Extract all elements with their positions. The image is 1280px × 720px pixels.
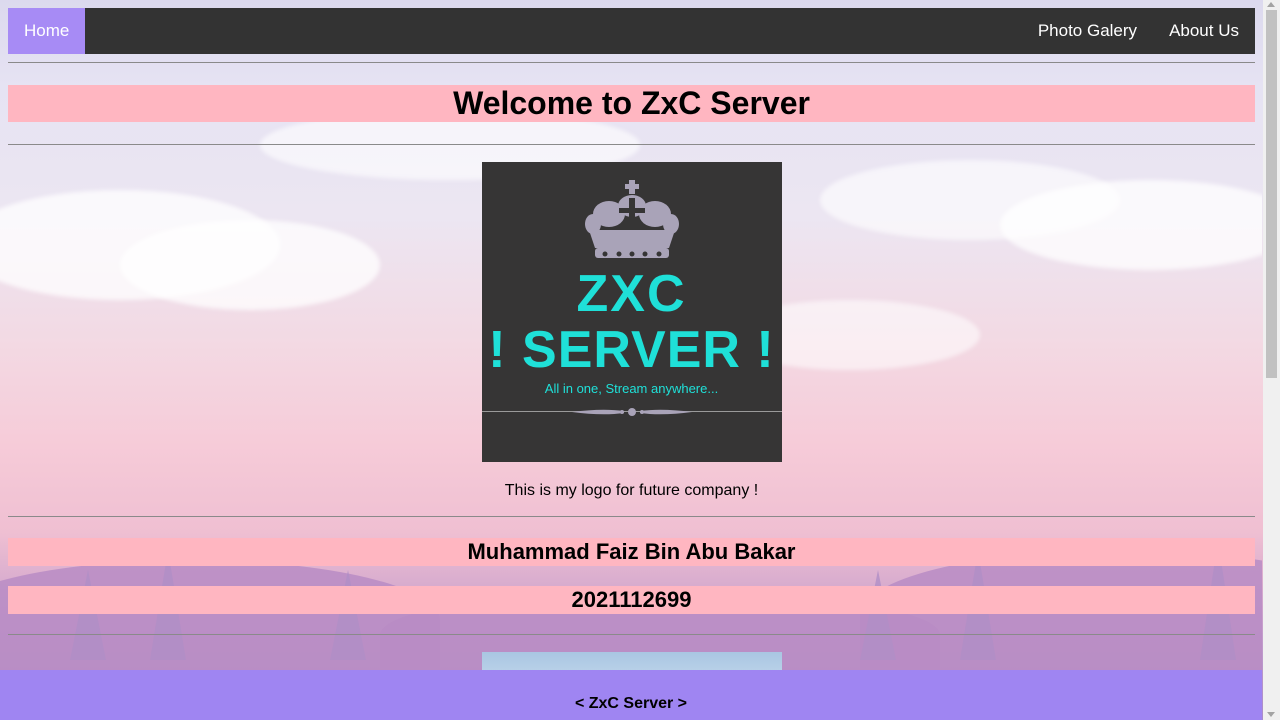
divider bbox=[8, 516, 1255, 517]
vertical-scrollbar[interactable] bbox=[1263, 0, 1280, 720]
title-banner: Welcome to ZxC Server bbox=[8, 85, 1255, 122]
crown-icon bbox=[584, 180, 679, 258]
scroll-down-arrow-icon[interactable] bbox=[1267, 712, 1275, 717]
id-banner: 2021112699 bbox=[8, 586, 1255, 614]
name-banner: Muhammad Faiz Bin Abu Bakar bbox=[8, 538, 1255, 566]
divider bbox=[8, 62, 1255, 63]
student-id: 2021112699 bbox=[571, 587, 692, 612]
page-content: Home Photo Galery About Us Welcome to Zx… bbox=[8, 8, 1255, 692]
nav-home-link[interactable]: Home bbox=[8, 8, 86, 54]
logo-wordmark-server: ! SERVER ! bbox=[488, 321, 775, 379]
nav-about-us-link[interactable]: About Us bbox=[1153, 8, 1255, 54]
top-navigation: Home Photo Galery About Us bbox=[8, 8, 1255, 54]
page-title: Welcome to ZxC Server bbox=[453, 85, 810, 121]
divider bbox=[8, 634, 1255, 635]
logo-tagline: All in one, Stream anywhere... bbox=[544, 381, 719, 396]
divider bbox=[8, 144, 1255, 145]
scrollbar-thumb[interactable] bbox=[1266, 10, 1277, 378]
logo-caption: This is my logo for future company ! bbox=[504, 482, 759, 499]
nav-photo-gallery-link[interactable]: Photo Galery bbox=[1022, 8, 1153, 54]
author-name: Muhammad Faiz Bin Abu Bakar bbox=[467, 539, 796, 564]
footer-text: < ZxC Server > bbox=[574, 695, 688, 712]
company-logo: ZXC ! SERVER ! All in one, Stream anywhe… bbox=[481, 162, 782, 462]
footer: < ZxC Server > bbox=[0, 670, 1262, 720]
ornament-icon bbox=[571, 408, 692, 416]
logo-wordmark-zxc: ZXC bbox=[576, 265, 687, 323]
scroll-up-arrow-icon[interactable] bbox=[1267, 2, 1275, 7]
